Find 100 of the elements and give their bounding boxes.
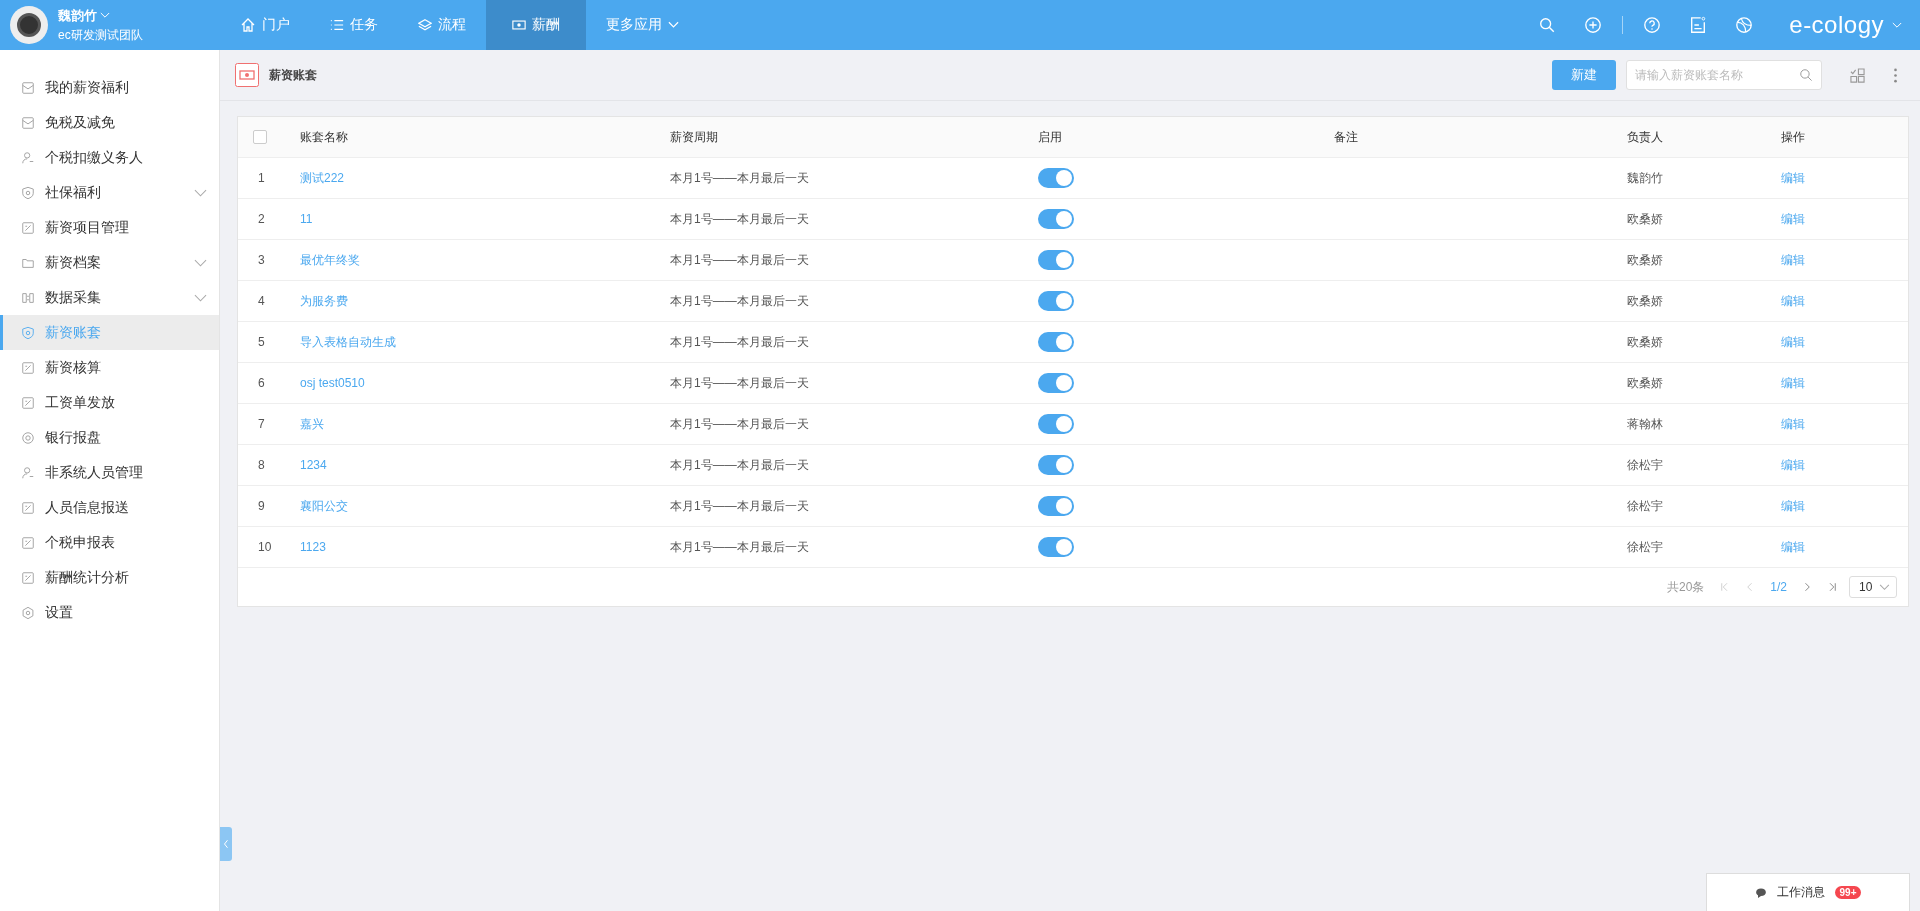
account-name-link[interactable]: 导入表格自动生成: [300, 333, 396, 351]
row-number: 4: [257, 294, 265, 308]
sidebar-item[interactable]: 我的薪资福利: [0, 70, 219, 105]
more-icon[interactable]: [1893, 67, 1898, 83]
sidebar-item[interactable]: 个税扣缴义务人: [0, 140, 219, 175]
account-name-link[interactable]: 测试222: [300, 169, 345, 187]
table-cell: 欧桑娇: [1627, 292, 1663, 310]
row-number: 8: [257, 458, 265, 472]
search-icon[interactable]: [1799, 68, 1813, 82]
toggle-switch[interactable]: [1038, 332, 1074, 352]
row-number: 1: [257, 171, 265, 185]
row-number: 7: [257, 417, 265, 431]
toggle-switch[interactable]: [1038, 209, 1074, 229]
message-bar[interactable]: 工作消息 99+: [1706, 873, 1910, 911]
table-cell: 徐松宇: [1627, 497, 1663, 515]
edit-link[interactable]: 编辑: [1781, 415, 1805, 433]
nav-tab[interactable]: 流程: [398, 0, 486, 50]
search-icon[interactable]: [1538, 16, 1557, 34]
settings-icon: [21, 605, 35, 620]
toggle-switch[interactable]: [1038, 291, 1074, 311]
collapse-handle[interactable]: [220, 827, 232, 861]
account-name-link[interactable]: 襄阳公交: [300, 497, 348, 515]
document-icon: [21, 535, 35, 550]
sidebar-item[interactable]: 设置: [0, 595, 219, 630]
new-button[interactable]: 新建: [1552, 60, 1616, 90]
row-number: 5: [257, 335, 265, 349]
help-icon[interactable]: [1643, 16, 1662, 34]
sidebar-item[interactable]: 数据采集: [0, 280, 219, 315]
page-indicator: 1/2: [1770, 580, 1787, 594]
column-header: 操作: [1781, 128, 1805, 146]
toggle-switch[interactable]: [1038, 414, 1074, 434]
toggle-switch[interactable]: [1038, 496, 1074, 516]
toggle-switch[interactable]: [1038, 373, 1074, 393]
edit-link[interactable]: 编辑: [1781, 169, 1805, 187]
account-name-link[interactable]: 11: [300, 212, 313, 226]
layers-icon: [418, 18, 432, 32]
nav-tab[interactable]: 更多应用: [586, 0, 699, 50]
last-page-icon[interactable]: [1827, 581, 1839, 593]
globe-icon[interactable]: [1735, 16, 1754, 34]
caret-icon[interactable]: [100, 12, 110, 19]
plus-circle-icon[interactable]: [1584, 16, 1603, 34]
message-label: 工作消息: [1776, 884, 1825, 901]
money-icon: [235, 63, 259, 87]
page-size-select[interactable]: 10: [1849, 576, 1897, 598]
avatar[interactable]: [10, 6, 48, 44]
account-name-link[interactable]: osj test0510: [300, 376, 365, 390]
account-name-link[interactable]: 最优年终奖: [300, 251, 360, 269]
sidebar-item[interactable]: 工资单发放: [0, 385, 219, 420]
account-name-link[interactable]: 1234: [300, 458, 327, 472]
document-icon: [21, 220, 35, 235]
user-name[interactable]: 魏韵竹: [58, 6, 143, 25]
edit-link[interactable]: 编辑: [1781, 374, 1805, 392]
toggle-switch[interactable]: [1038, 168, 1074, 188]
nav-tab[interactable]: 门户: [220, 0, 310, 50]
chevron-down-icon[interactable]: [194, 188, 207, 197]
edit-link[interactable]: 编辑: [1781, 333, 1805, 351]
sidebar-item[interactable]: 银行报盘: [0, 420, 219, 455]
edit-link[interactable]: 编辑: [1781, 210, 1805, 228]
sidebar-item[interactable]: 免税及减免: [0, 105, 219, 140]
toggle-switch[interactable]: [1038, 537, 1074, 557]
column-header: 账套名称: [300, 128, 348, 146]
toggle-switch[interactable]: [1038, 455, 1074, 475]
note-icon[interactable]: [1689, 16, 1708, 34]
document-icon: [21, 500, 35, 515]
sidebar-item[interactable]: 薪资档案: [0, 245, 219, 280]
checkbox[interactable]: [253, 130, 267, 144]
edit-link[interactable]: 编辑: [1781, 292, 1805, 310]
chevron-down-icon[interactable]: [194, 258, 207, 267]
chevron-down-icon[interactable]: [194, 293, 207, 302]
caret-icon[interactable]: [1892, 21, 1902, 29]
nav-tab[interactable]: 任务: [310, 0, 398, 50]
toggle-switch[interactable]: [1038, 250, 1074, 270]
account-name-link[interactable]: 1123: [300, 540, 326, 554]
table-cell: 本月1号——本月最后一天: [670, 415, 809, 433]
sidebar-item[interactable]: 薪酬统计分析: [0, 560, 219, 595]
table-cell: 欧桑娇: [1627, 251, 1663, 269]
brand-logo[interactable]: e-cology: [1789, 11, 1884, 39]
edit-link[interactable]: 编辑: [1781, 538, 1805, 556]
edit-link[interactable]: 编辑: [1781, 456, 1805, 474]
nav-tab[interactable]: 薪酬: [486, 0, 586, 50]
table-cell: 魏韵竹: [1627, 169, 1663, 187]
sidebar-item[interactable]: 非系统人员管理: [0, 455, 219, 490]
search-field[interactable]: 请输入薪资账套名称: [1626, 60, 1822, 90]
table-cell: 本月1号——本月最后一天: [670, 333, 809, 351]
grid-check-icon[interactable]: [1850, 67, 1865, 83]
account-name-link[interactable]: 为服务费: [300, 292, 348, 310]
sidebar-item[interactable]: 人员信息报送: [0, 490, 219, 525]
chevron-left-icon[interactable]: [223, 839, 229, 849]
account-name-link[interactable]: 嘉兴: [300, 415, 324, 433]
sidebar-item[interactable]: 薪资核算: [0, 350, 219, 385]
sidebar-item[interactable]: 薪资项目管理: [0, 210, 219, 245]
table-cell: 欧桑娇: [1627, 374, 1663, 392]
person-icon: [21, 465, 35, 480]
edit-link[interactable]: 编辑: [1781, 251, 1805, 269]
page-title: 薪资账套: [269, 66, 317, 84]
sidebar-item[interactable]: 个税申报表: [0, 525, 219, 560]
document-icon: [21, 570, 35, 585]
edit-link[interactable]: 编辑: [1781, 497, 1805, 515]
sidebar-item[interactable]: 社保福利: [0, 175, 219, 210]
sidebar-item[interactable]: 薪资账套: [0, 315, 219, 350]
